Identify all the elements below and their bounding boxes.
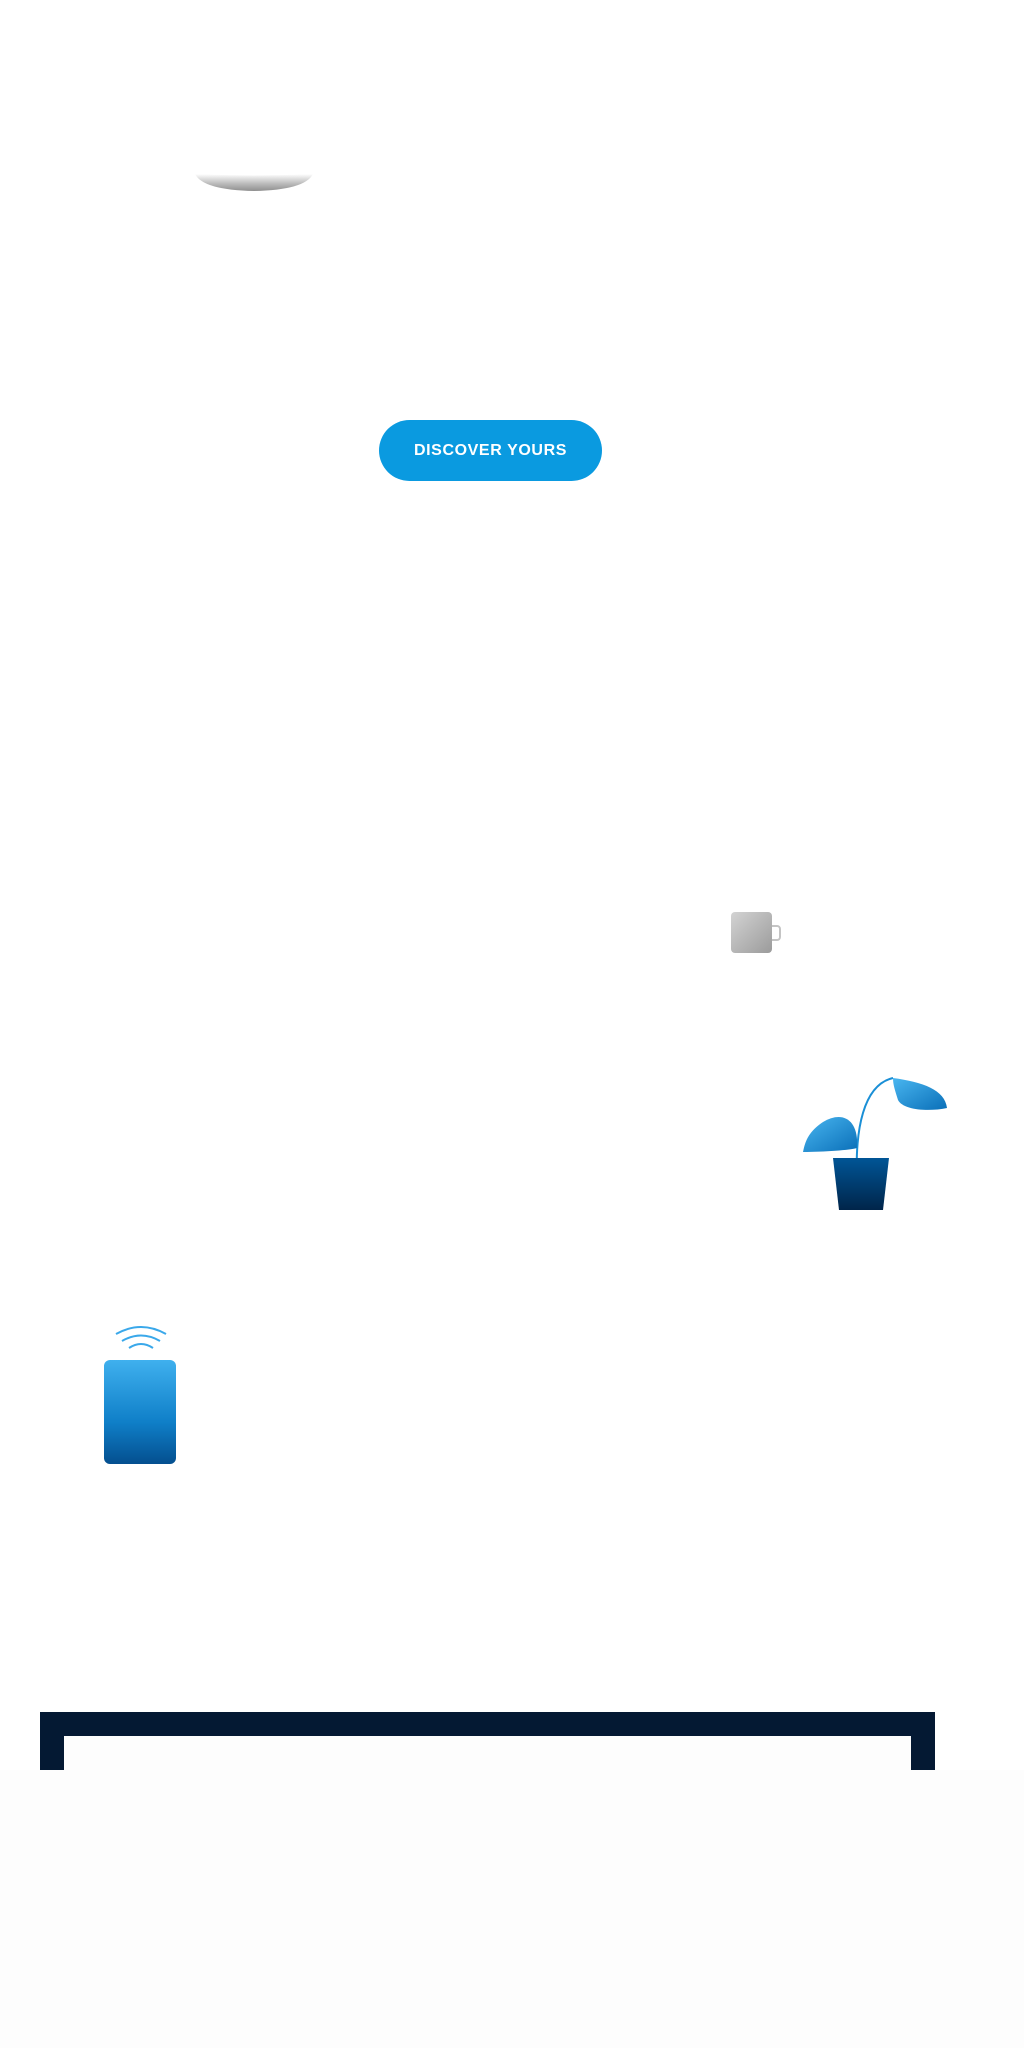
lower-section [0,1770,1024,2048]
discover-yours-button[interactable]: DISCOVER YOURS [379,420,602,481]
frame-right-border [911,1712,935,1770]
plant-icon [803,1077,947,1210]
bowl-icon [195,174,313,191]
speaker-icon [104,1326,176,1464]
frame-left-border [40,1712,64,1770]
mug-icon [731,912,781,953]
frame-content-area [64,1736,911,1770]
frame-top-border [40,1712,935,1736]
